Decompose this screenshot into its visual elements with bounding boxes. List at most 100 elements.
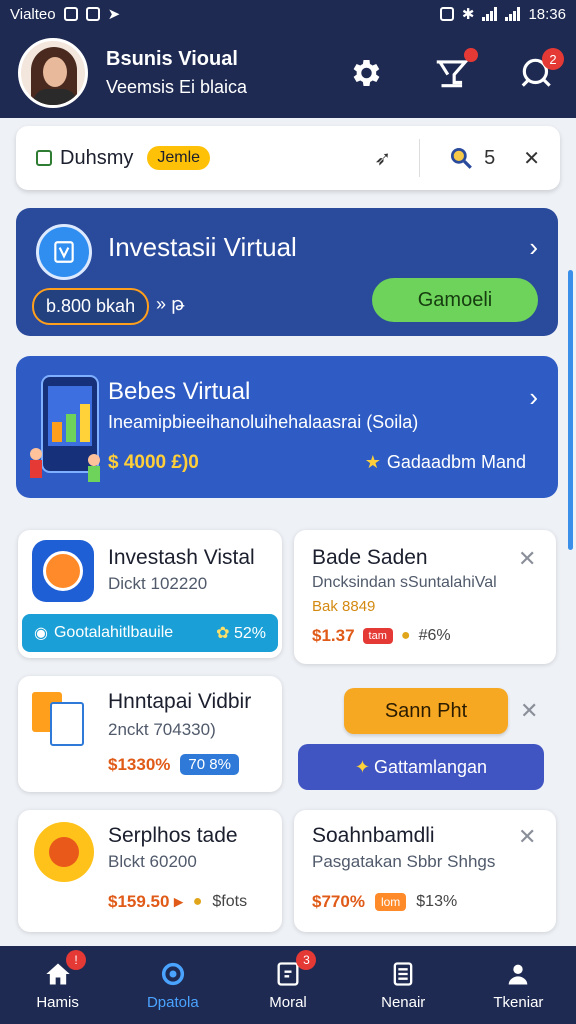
promo-subtitle: Ineamipbieeihanoluihehalaasrai (Soila) [108,412,419,432]
card-title: Soahnbamdli [312,824,435,847]
card-percent: #6% [418,627,451,644]
nav-badge: ! [66,950,86,970]
scrollbar[interactable] [568,270,573,550]
divider [419,139,421,177]
nav-list[interactable]: Nenair [346,946,461,1024]
rating-label: Gadaadbm Mand [386,452,526,472]
cart-button[interactable] [430,48,478,94]
chevron-right-icon[interactable]: › [529,382,538,413]
card-price: $1.37 [312,626,355,645]
bluetooth-icon: ✱ [461,6,475,23]
coin-icon: ● [192,893,203,910]
bottom-nav: ! Hamis Dpatola 3 Moral Nenair Tkeniar [0,946,576,1024]
star-icon: ★ [364,452,381,472]
battery-saver-icon [439,7,454,21]
balance-pill[interactable]: b.800 bkah [32,288,150,325]
indigo-action-button[interactable]: ✦ Gattamlangan [298,744,544,790]
filter-chip[interactable]: Jemle [147,146,211,170]
invest-icon [36,224,92,280]
close-icon[interactable]: ✕ [520,698,538,724]
share-icon[interactable]: ➶ [374,146,391,171]
document-icon [32,688,92,746]
search-count: 5 [484,146,496,169]
filter-bar[interactable]: Duhsmy Jemle ➶ 5 ✕ [16,126,560,190]
card-action-bar[interactable]: ◉ Gootalahitlbauile ✿ 52% [22,614,278,652]
close-icon[interactable]: ✕ [523,146,540,171]
orange-action-button[interactable]: Sann Pht [344,688,508,734]
avatar[interactable] [18,38,88,108]
invest-title: Investasii Virtual [108,232,297,262]
indigo-button-label: Gattamlangan [374,756,488,777]
card-subtitle-2: Bak 8849 [312,598,376,615]
close-icon[interactable]: ✕ [518,546,536,572]
cart-badge [464,48,478,62]
card-bar-percent: 52% [233,625,266,642]
card-price: $159.50 ▸ [108,892,183,911]
card-subtitle: Blckt 60200 [108,852,197,871]
nav-label: Moral [269,993,307,1011]
promo-banner[interactable]: Bebes Virtual › Ineamipbieeihanoluihehal… [16,356,558,498]
search-button[interactable]: 5 [448,145,495,171]
nav-label: Nenair [381,993,426,1011]
card-title: Serplhos tade [108,824,238,847]
chevron-right-icon[interactable]: › [529,232,538,263]
gear-icon [161,962,184,985]
card-percent: $13% [416,893,458,910]
card-bar-label: Gootalahitlbauile [53,624,174,641]
app-notification-icon [63,7,78,21]
card-percent: $fots [212,893,248,910]
invest-action-button[interactable]: Gamoeli [372,278,538,322]
card-price: $1330% [108,754,171,774]
promo-rating[interactable]: ★ Gadaadbm Mand [365,452,526,473]
signal-icon [482,7,498,21]
card-bar-value: ✿ 52% [216,623,266,643]
card-subtitle: Pasgatakan Sbbr Shhgs [312,852,496,871]
card-subtitle: Dickt 102220 [108,574,208,593]
card-title: Investash Vistal [108,546,255,569]
status-left-text: Vialteo [10,5,56,23]
product-card[interactable]: Investash Vistal Dickt 102220 ◉ Gootalah… [18,530,282,658]
card-price: $770% [312,892,365,911]
product-card[interactable]: Bade Saden ✕ Dncksindan sSuntalahiVal Ba… [294,530,556,664]
phone-illustration-icon [30,375,100,482]
card-title: Bade Saden [312,546,428,569]
nav-explore[interactable]: Dpatola [115,946,230,1024]
promo-price: $ 4000 £)0 [108,452,199,473]
nav-label: Dpatola [146,993,199,1011]
wifi-signal-icon [505,7,521,21]
chat-badge: 2 [542,48,564,70]
settings-button[interactable] [344,52,386,94]
coin-icon: ✿ [216,625,230,642]
globe-icon: ◉ [34,625,48,642]
cart-icon [436,60,469,88]
card-tag: tam [362,628,393,644]
brand-filter[interactable]: Duhsmy Jemle [36,146,211,170]
brand-label: Duhsmy [60,146,134,169]
card-tag: 70 8% [180,754,239,775]
product-icon [34,822,94,882]
invest-banner[interactable]: Investasii Virtual › b.800 bkah » թ Gamo… [16,208,558,336]
card-subtitle: Dncksindan sSuntalahiVal [312,574,497,591]
nav-home[interactable]: ! Hamis [0,946,115,1024]
checkbox-icon [36,150,52,166]
card-title: Hnntapai Vidbir [108,690,252,713]
product-icon [32,540,94,602]
chat-button[interactable]: 2 [516,48,564,94]
invest-amount: » թ [156,294,185,314]
gear-icon [353,59,380,87]
list-icon [393,961,413,986]
product-card[interactable]: Soahnbamdli ✕ Pasgatakan Sbbr Shhgs $770… [294,810,556,932]
status-bar: Vialteo ➤ ✱ 18:36 [0,0,576,28]
nav-orders[interactable]: 3 Moral [230,946,345,1024]
coin-icon: ● [400,627,411,644]
header-title: Bsunis Vioual [106,48,238,70]
nav-profile[interactable]: Tkeniar [461,946,576,1024]
product-card[interactable]: Serplhos tade Blckt 60200 $159.50 ▸ ● $f… [18,810,282,932]
search-icon [451,147,473,169]
sparkle-icon: ✦ [354,756,370,777]
user-icon [509,964,528,984]
close-icon[interactable]: ✕ [518,824,536,850]
video-notification-icon [85,7,100,21]
nav-label: Hamis [36,993,79,1011]
product-card[interactable]: Hnntapai Vidbir 2nckt 704330) $1330% 70 … [18,676,282,792]
